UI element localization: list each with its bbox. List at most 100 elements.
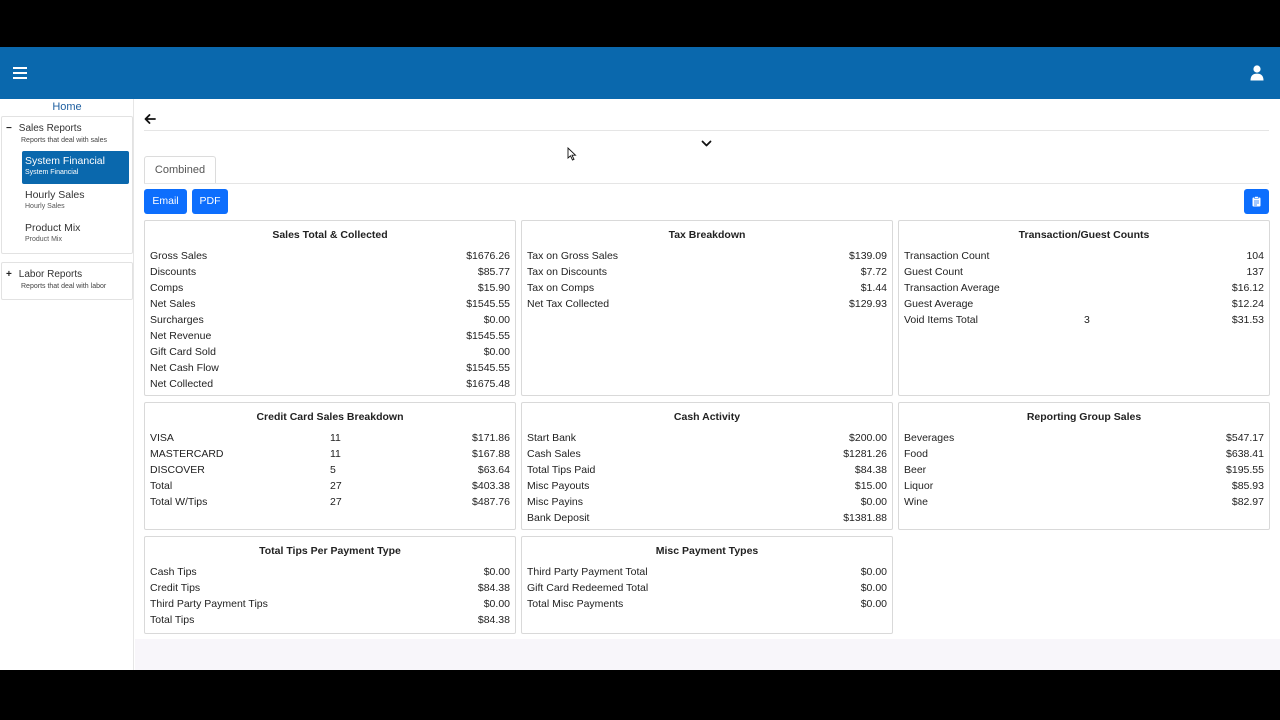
- labor-reports-title: Labor Reports: [18, 269, 83, 280]
- row-amount: $171.86: [472, 432, 510, 444]
- sales-reports-toggle[interactable]: − Sales Reports: [6, 123, 82, 134]
- sidebar: Home − Sales Reports Reports that deal w…: [0, 99, 134, 670]
- report-row: Liquor $85.93: [899, 479, 1269, 495]
- report-row: Net Revenue $1545.55: [145, 329, 515, 345]
- sidebar-item-product-mix[interactable]: Product Mix Product Mix: [22, 218, 129, 251]
- report-row: Comps $15.90: [145, 281, 515, 297]
- row-count: 11: [330, 432, 341, 444]
- hamburger-icon[interactable]: [13, 67, 27, 79]
- report-row: VISA 11 $171.86: [145, 431, 515, 447]
- report-row: Guest Count 137: [899, 265, 1269, 281]
- email-button[interactable]: Email: [144, 189, 187, 214]
- report-row: Total Tips $84.38: [145, 613, 515, 629]
- row-label: Credit Tips: [150, 582, 201, 594]
- row-label: Total W/Tips: [150, 496, 208, 508]
- row-label: Tax on Discounts: [527, 266, 607, 278]
- card-sales-total: Sales Total & Collected Gross Sales $1676…: [144, 220, 516, 396]
- row-label: Total Tips: [150, 614, 195, 626]
- sidebar-item-sublabel: Hourly Sales: [25, 203, 65, 210]
- card-credit-card-breakdown: Credit Card Sales Breakdown VISA 11 $171.8…: [144, 402, 516, 530]
- report-row: Total Misc Payments $0.00: [522, 597, 892, 613]
- row-amount: 104: [1246, 250, 1264, 262]
- row-amount: $7.72: [860, 266, 887, 278]
- row-amount: $403.38: [472, 480, 510, 492]
- row-label: Surcharges: [150, 314, 204, 326]
- row-amount: $1545.55: [466, 298, 510, 310]
- sidebar-item-hourly-sales[interactable]: Hourly Sales Hourly Sales: [22, 185, 129, 218]
- app-body: Home − Sales Reports Reports that deal w…: [0, 99, 1280, 670]
- card-transaction-guest-counts: Transaction/Guest Counts Transaction Cou…: [898, 220, 1270, 396]
- sidebar-item-system-financial[interactable]: System Financial System Financial: [22, 151, 129, 184]
- row-amount: $85.77: [477, 266, 510, 278]
- card-total-tips: Total Tips Per Payment Type Cash Tips $0.…: [144, 536, 516, 634]
- card-title: Cash Activity: [673, 411, 741, 423]
- pdf-button[interactable]: PDF: [192, 189, 228, 214]
- labor-reports-toggle[interactable]: + Labor Reports: [6, 269, 82, 280]
- bottom-letterbox: [0, 670, 1280, 720]
- report-row: Misc Payouts $15.00: [522, 479, 892, 495]
- report-row: Cash Tips $0.00: [145, 565, 515, 581]
- report-row: Guest Average $12.24: [899, 297, 1269, 313]
- card-title: Tax Breakdown: [668, 229, 746, 241]
- report-row: Surcharges $0.00: [145, 313, 515, 329]
- card-rows: Tax on Gross Sales $139.09 Tax on Discount…: [522, 249, 892, 313]
- report-row: Void Items Total 3 $31.53: [899, 313, 1269, 329]
- row-label: Tax on Gross Sales: [527, 250, 619, 262]
- tab-combined[interactable]: Combined: [144, 156, 216, 183]
- row-amount: $1675.48: [466, 378, 510, 390]
- sidebar-item-sublabel: System Financial: [25, 169, 79, 176]
- card-rows: Third Party Payment Total $0.00 Gift Card …: [522, 565, 892, 613]
- row-label: Gross Sales: [150, 250, 208, 262]
- row-amount: $195.55: [1226, 464, 1264, 476]
- clipboard-button[interactable]: [1244, 189, 1269, 214]
- row-label: Wine: [904, 496, 928, 508]
- row-label: Cash Sales: [527, 448, 581, 460]
- report-row: Total W/Tips 27 $487.76: [145, 495, 515, 511]
- row-amount: $84.38: [477, 614, 510, 626]
- card-title: Transaction/Guest Counts: [1018, 229, 1150, 241]
- row-amount: $31.53: [1231, 314, 1264, 326]
- card-title: Sales Total & Collected: [272, 229, 388, 241]
- arrow-left-icon[interactable]: [144, 111, 156, 127]
- report-row: MASTERCARD 11 $167.88: [145, 447, 515, 463]
- row-label: Discounts: [150, 266, 197, 278]
- row-amount: $0.00: [860, 566, 887, 578]
- home-link[interactable]: Home: [0, 101, 134, 113]
- row-label: Gift Card Redeemed Total: [527, 582, 649, 594]
- report-row: Gift Card Redeemed Total $0.00: [522, 581, 892, 597]
- row-amount: $0.00: [860, 582, 887, 594]
- row-label: MASTERCARD: [150, 448, 224, 460]
- report-row: Cash Sales $1281.26: [522, 447, 892, 463]
- report-row: Third Party Payment Tips $0.00: [145, 597, 515, 613]
- report-row: Tax on Gross Sales $139.09: [522, 249, 892, 265]
- row-amount: $1.44: [860, 282, 887, 294]
- report-row: Beverages $547.17: [899, 431, 1269, 447]
- row-amount: $638.41: [1226, 448, 1264, 460]
- top-letterbox: [0, 0, 1280, 47]
- card-misc-payment-types: Misc Payment Types Third Party Payment T…: [521, 536, 893, 634]
- card-rows: Start Bank $200.00 Cash Sales $1281.26 Total…: [522, 431, 892, 527]
- row-amount: $0.00: [860, 598, 887, 610]
- row-label: Net Sales: [150, 298, 196, 310]
- card-cash-activity: Cash Activity Start Bank $200.00 Cash Sale…: [521, 402, 893, 530]
- row-label: Food: [904, 448, 928, 460]
- chevron-down-icon[interactable]: [701, 135, 712, 153]
- row-label: Bank Deposit: [527, 512, 590, 524]
- card-title: Total Tips Per Payment Type: [259, 545, 401, 557]
- card-tax-breakdown: Tax Breakdown Tax on Gross Sales $139.09 T…: [521, 220, 893, 396]
- user-icon[interactable]: [1250, 65, 1264, 81]
- card-rows: Transaction Count 104 Guest Count 137 Transa…: [899, 249, 1269, 329]
- report-row: Start Bank $200.00: [522, 431, 892, 447]
- card-rows: Beverages $547.17 Food $638.41 Beer $195.55 Li…: [899, 431, 1269, 511]
- row-label: DISCOVER: [150, 464, 205, 476]
- main-content: Combined Email PDF Sales Total & Collect…: [135, 99, 1280, 670]
- row-count: 5: [330, 464, 336, 476]
- divider: [144, 130, 1269, 131]
- sidebar-item-label: Hourly Sales: [25, 189, 85, 201]
- report-row: Total Tips Paid $84.38: [522, 463, 892, 479]
- report-row: Transaction Count 104: [899, 249, 1269, 265]
- row-amount: $200.00: [849, 432, 887, 444]
- row-amount: $0.00: [483, 314, 510, 326]
- mouse-cursor-icon: [567, 146, 577, 166]
- row-label: Net Revenue: [150, 330, 212, 342]
